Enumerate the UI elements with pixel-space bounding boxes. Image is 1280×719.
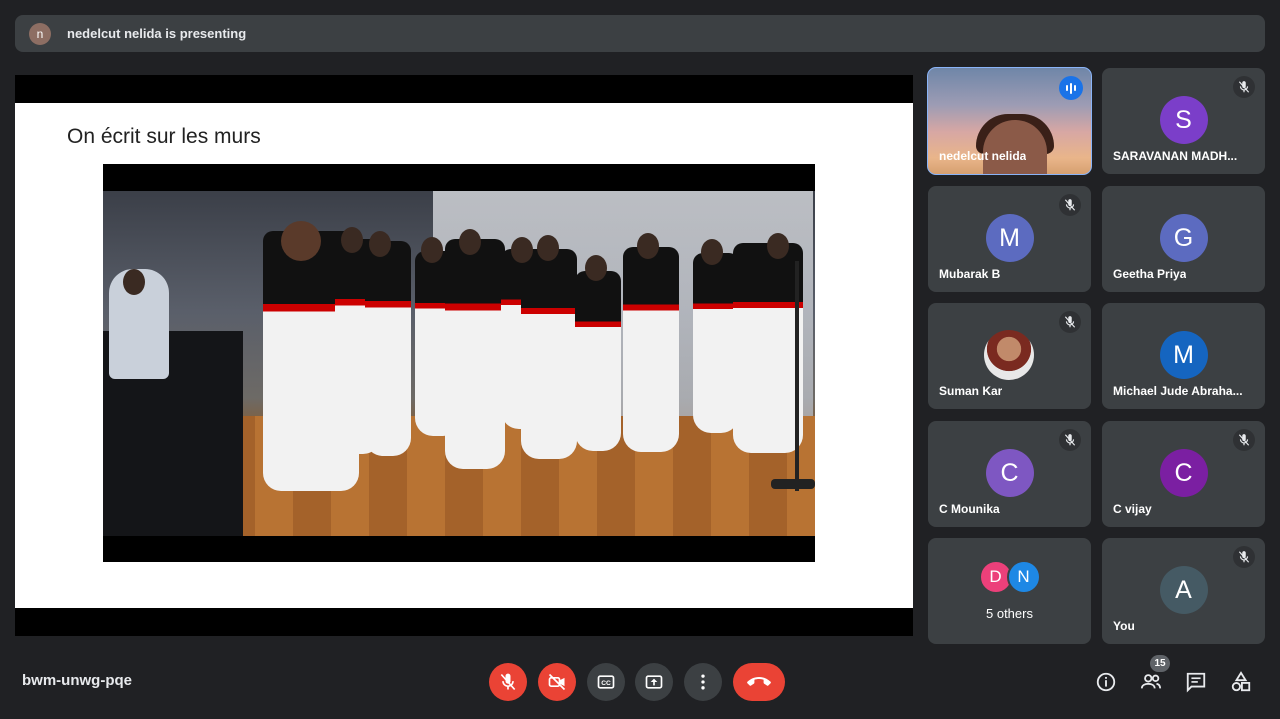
mic-off-icon [1233, 546, 1255, 568]
svg-text:CC: CC [601, 680, 611, 687]
chat-button[interactable] [1181, 667, 1211, 697]
call-end-icon [747, 677, 771, 686]
video-frame [103, 191, 815, 536]
closed-captions-icon: CC [597, 675, 615, 689]
others-tile[interactable]: D N 5 others [928, 538, 1091, 644]
more-options-button[interactable] [684, 663, 722, 701]
participant-count-badge: 15 [1150, 655, 1170, 672]
participant-avatar: S [1159, 96, 1208, 144]
participant-name: SARAVANAN MADH... [1113, 149, 1238, 163]
more-vert-icon [701, 674, 705, 690]
presenter-avatar: n [29, 22, 51, 45]
participant-name: C Mounika [939, 502, 1000, 516]
participant-name: Suman Kar [939, 384, 1003, 398]
meeting-details-button[interactable] [1091, 667, 1121, 697]
participant-tile[interactable]: nedelcut nelida [927, 67, 1092, 175]
participant-photo [984, 330, 1034, 380]
self-tile[interactable]: A You [1102, 538, 1265, 644]
presentation-stage: On écrit sur les murs [15, 75, 913, 636]
participant-name: Geetha Priya [1113, 267, 1187, 281]
mic-toggle-button[interactable] [489, 663, 527, 701]
speaking-icon [1059, 76, 1083, 100]
participant-tile[interactable]: M Mubarak B [928, 186, 1091, 292]
participant-avatar: C [985, 449, 1034, 497]
leave-call-button[interactable] [733, 663, 785, 701]
presenting-banner: n nedelcut nelida is presenting [15, 15, 1265, 52]
participant-tile[interactable]: C C vijay [1102, 421, 1265, 527]
mic-off-icon [1059, 311, 1081, 333]
mic-stand [795, 261, 799, 491]
mic-off-icon [1233, 429, 1255, 451]
participant-avatar: M [1159, 331, 1208, 379]
mic-off-icon [1059, 194, 1081, 216]
participant-name: nedelcut nelida [939, 149, 1027, 163]
activities-button[interactable] [1226, 667, 1256, 697]
participant-avatar: A [1159, 566, 1208, 614]
slide: On écrit sur les murs [15, 103, 913, 608]
participant-name: Mubarak B [939, 267, 1001, 281]
camera-toggle-button[interactable] [538, 663, 576, 701]
slide-title: On écrit sur les murs [67, 125, 261, 148]
shapes-icon [1231, 671, 1251, 692]
participant-avatar: C [1159, 449, 1208, 497]
chat-icon [1186, 672, 1206, 693]
participant-avatar: G [1159, 214, 1208, 262]
others-label: 5 others [986, 606, 1033, 621]
participant-tile[interactable]: M Michael Jude Abraha... [1102, 303, 1265, 409]
presenting-text: nedelcut nelida is presenting [67, 26, 247, 41]
participant-avatar: M [985, 214, 1034, 262]
mic-off-icon [500, 673, 516, 691]
info-icon [1096, 672, 1116, 692]
people-icon [1140, 674, 1162, 689]
mic-off-icon [1059, 429, 1081, 451]
participant-name: Michael Jude Abraha... [1113, 384, 1243, 398]
captions-button[interactable]: CC [587, 663, 625, 701]
participant-avatar: N [1006, 560, 1041, 594]
participant-tile[interactable]: S SARAVANAN MADH... [1102, 68, 1265, 174]
present-screen-icon [645, 675, 663, 689]
participant-tile[interactable]: Suman Kar [928, 303, 1091, 409]
participant-tile[interactable]: C C Mounika [928, 421, 1091, 527]
participant-name: You [1113, 619, 1135, 633]
meeting-code: bwm-unwg-pqe [22, 672, 132, 689]
camera-off-icon [548, 673, 566, 691]
present-now-button[interactable] [635, 663, 673, 701]
embedded-video[interactable] [103, 164, 815, 562]
participant-tile[interactable]: G Geetha Priya [1102, 186, 1265, 292]
participant-name: C vijay [1113, 502, 1152, 516]
mic-off-icon [1233, 76, 1255, 98]
